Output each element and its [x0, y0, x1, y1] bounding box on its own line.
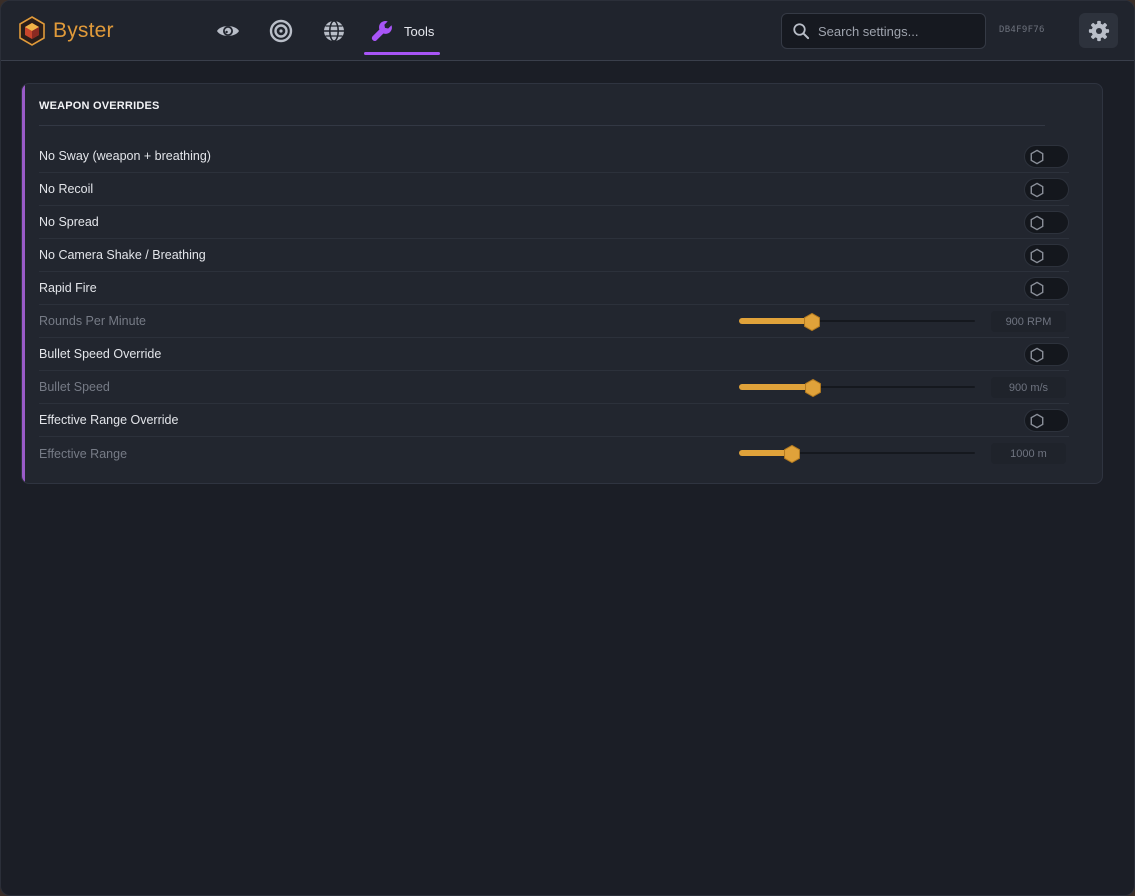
- setting-label: Effective Range Override: [39, 413, 179, 427]
- tab-visuals[interactable]: [201, 1, 254, 61]
- panel-title: WEAPON OVERRIDES: [39, 100, 160, 112]
- slider-fill: [739, 318, 813, 324]
- setting-row-rounds-per-minute: Rounds Per Minute 900 RPM: [39, 305, 1069, 338]
- setting-row-no-recoil: No Recoil: [39, 173, 1069, 206]
- value-slider[interactable]: [739, 444, 975, 464]
- toggle-switch[interactable]: [1024, 409, 1069, 432]
- slider-fill: [739, 384, 814, 390]
- slider-value: 1000 m: [991, 443, 1066, 464]
- setting-row-effective-range-override: Effective Range Override: [39, 404, 1069, 437]
- panel-accent-bar: [22, 84, 25, 483]
- hexagon-knob-icon: [1030, 215, 1044, 231]
- byster-logo-icon: [19, 16, 45, 46]
- slider-value: 900 RPM: [991, 311, 1066, 332]
- setting-row-effective-range: Effective Range 1000 m: [39, 437, 1069, 470]
- tab-world[interactable]: [307, 1, 360, 61]
- toggle-switch[interactable]: [1024, 343, 1069, 366]
- search-icon: [793, 23, 810, 40]
- eye-icon: [216, 26, 239, 36]
- setting-label: No Recoil: [39, 182, 94, 196]
- setting-label: No Camera Shake / Breathing: [39, 248, 206, 262]
- app-window: Byster Tools Search settings... DB4F9F76…: [0, 0, 1135, 896]
- search-input[interactable]: [818, 23, 978, 39]
- tab-tools[interactable]: Tools: [364, 1, 441, 61]
- slider-thumb-icon[interactable]: [803, 312, 821, 332]
- setting-label: Bullet Speed Override: [39, 347, 162, 361]
- hexagon-knob-icon: [1030, 347, 1044, 363]
- top-bar: Byster Tools Search settings... DB4F9F76: [1, 1, 1134, 61]
- value-slider[interactable]: [739, 378, 975, 398]
- toggle-switch[interactable]: [1024, 145, 1069, 168]
- hexagon-knob-icon: [1030, 182, 1044, 198]
- hexagon-knob-icon: [1030, 248, 1044, 264]
- toggle-switch[interactable]: [1024, 178, 1069, 201]
- settings-button[interactable]: [1079, 13, 1118, 48]
- device-id: DB4F9F76: [999, 25, 1045, 35]
- slider-thumb-icon[interactable]: [804, 378, 822, 398]
- setting-row-no-camera-shake-breathing: No Camera Shake / Breathing: [39, 239, 1069, 272]
- hexagon-knob-icon: [1030, 149, 1044, 165]
- setting-label: Effective Range: [39, 446, 128, 461]
- hexagon-knob-icon: [1030, 281, 1044, 297]
- panel-divider: [39, 125, 1045, 126]
- setting-label: Rounds Per Minute: [39, 314, 147, 328]
- brand[interactable]: Byster: [19, 16, 114, 46]
- hexagon-knob-icon: [1030, 413, 1044, 429]
- tab-tools-label: Tools: [404, 23, 435, 39]
- setting-row-bullet-speed: Bullet Speed 900 m/s: [39, 371, 1069, 404]
- setting-row-rapid-fire: Rapid Fire: [39, 272, 1069, 305]
- value-slider[interactable]: [739, 312, 975, 332]
- setting-label: Bullet Speed: [39, 380, 110, 394]
- setting-label: Rapid Fire: [39, 281, 97, 295]
- toggle-switch[interactable]: [1024, 211, 1069, 234]
- setting-row-no-spread: No Spread: [39, 206, 1069, 239]
- wrench-icon: [371, 20, 392, 42]
- app-name: Byster: [53, 19, 114, 42]
- globe-icon: [323, 20, 344, 42]
- setting-label: No Sway (weapon + breathing): [39, 149, 211, 163]
- slider-thumb-icon[interactable]: [783, 444, 801, 464]
- settings-list: No Sway (weapon + breathing) No Recoil No …: [39, 140, 1069, 470]
- search-box[interactable]: [781, 13, 986, 49]
- setting-row-bullet-speed-override: Bullet Speed Override: [39, 338, 1069, 371]
- setting-row-no-sway-weapon-breathing: No Sway (weapon + breathing): [39, 140, 1069, 173]
- setting-label: No Spread: [39, 215, 99, 229]
- main-nav: Tools: [201, 1, 441, 61]
- toggle-switch[interactable]: [1024, 277, 1069, 300]
- toggle-switch[interactable]: [1024, 244, 1069, 267]
- weapon-overrides-panel: WEAPON OVERRIDES No Sway (weapon + breat…: [21, 83, 1103, 484]
- slider-value: 900 m/s: [991, 377, 1066, 398]
- gear-icon: [1088, 20, 1109, 41]
- tab-aim[interactable]: [254, 1, 307, 61]
- target-icon: [269, 19, 292, 43]
